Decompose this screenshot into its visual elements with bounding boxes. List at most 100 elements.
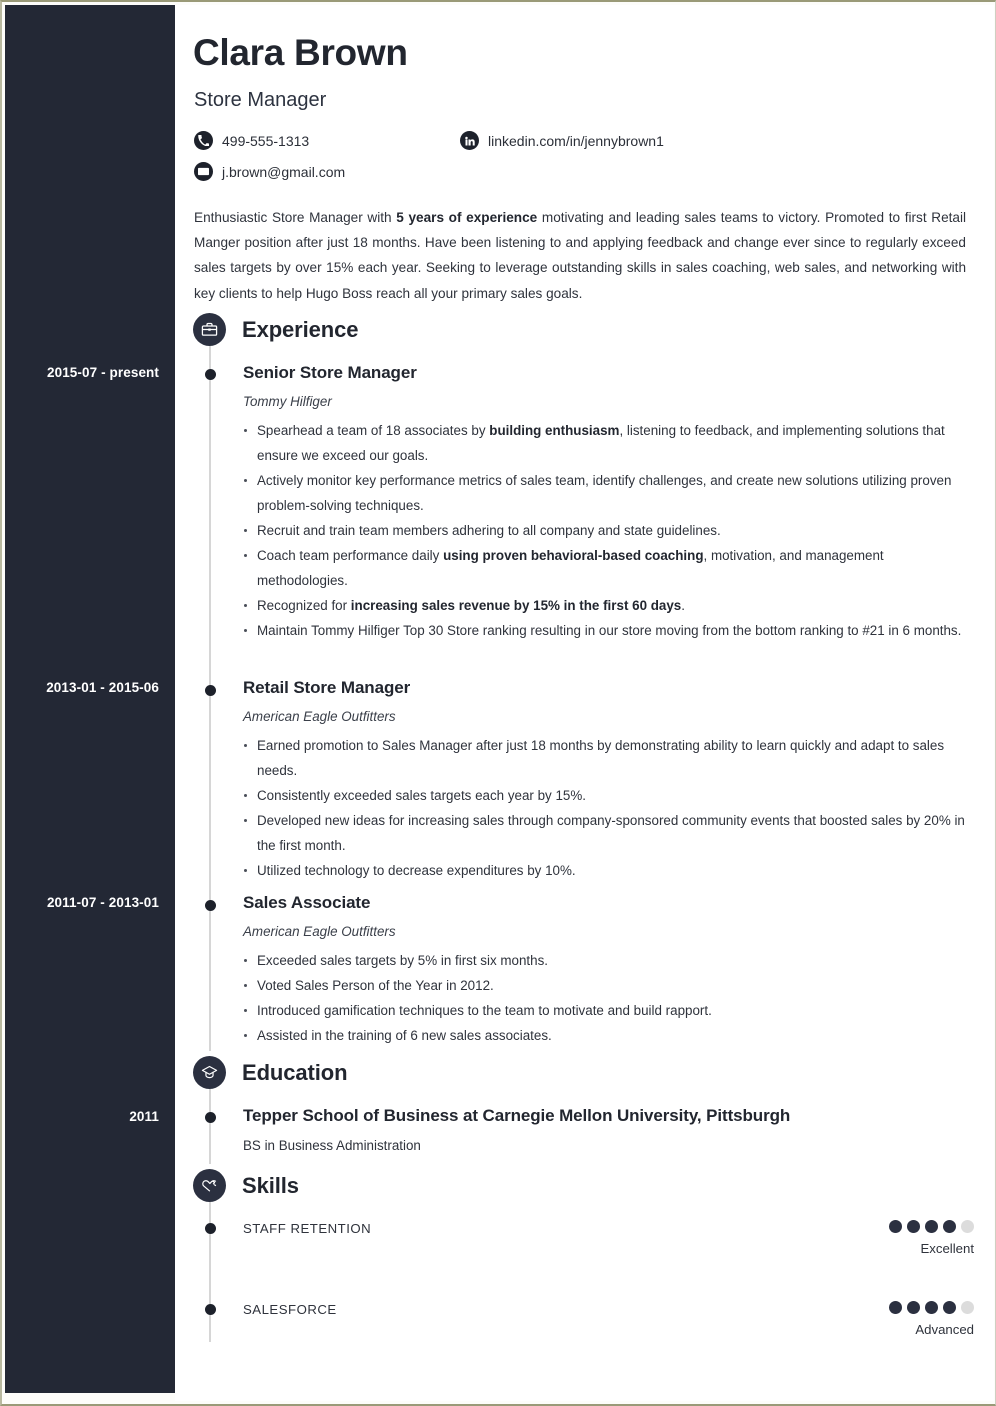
list-item: Assisted in the training of 6 new sales …	[243, 1023, 968, 1048]
linkedin-icon	[460, 131, 479, 150]
skill-dots-2	[889, 1301, 974, 1314]
skill-dot-empty	[961, 1220, 974, 1233]
entry-company: American Eagle Outfitters	[243, 709, 396, 724]
list-item: Developed new ideas for increasing sales…	[243, 808, 968, 858]
entry-title: Retail Store Manager	[243, 678, 411, 697]
list-item: Coach team performance daily using prove…	[243, 543, 968, 593]
experience-entry-3: Sales Associate American Eagle Outfitter…	[243, 893, 968, 1048]
skill-dot-filled	[925, 1301, 938, 1314]
bullet-pre: Voted Sales Person of the Year in 2012.	[257, 978, 494, 993]
skill-dot-filled	[889, 1220, 902, 1233]
bullet-bold: using proven behavioral-based coaching	[443, 548, 704, 563]
skill-dot-filled	[889, 1301, 902, 1314]
skill-dot-filled	[943, 1220, 956, 1233]
skill-rating-1: Excellent	[889, 1220, 974, 1256]
list-item: Voted Sales Person of the Year in 2012.	[243, 973, 968, 998]
section-title-experience: Experience	[242, 316, 359, 342]
timeline-dot-exp-3	[204, 900, 216, 911]
section-title-education: Education	[242, 1059, 348, 1085]
experience-entry-2: Retail Store Manager American Eagle Outf…	[243, 678, 968, 883]
skill-dot-filled	[907, 1220, 920, 1233]
experience-entry-1: Senior Store Manager Tommy Hilfiger Spea…	[243, 363, 968, 643]
bullet-post: .	[681, 598, 685, 613]
skill-level-1: Excellent	[920, 1241, 974, 1256]
bullet-pre: Introduced gamification techniques to th…	[257, 1003, 712, 1018]
bullet-bold: building enthusiasm	[489, 423, 620, 438]
entry-company: Tommy Hilfiger	[243, 394, 332, 409]
resume-main-column: Clara Brown Store Manager 499-555-1313 j…	[175, 5, 994, 1401]
timeline-line-education	[209, 1089, 211, 1164]
list-item: Introduced gamification techniques to th…	[243, 998, 968, 1023]
bullet-pre: Recognized for	[257, 598, 351, 613]
bullet-pre: Exceeded sales targets by 5% in first si…	[257, 953, 549, 968]
bullet-pre: Recruit and train team members adhering …	[257, 523, 721, 538]
bullet-bold: increasing sales revenue by 15% in the f…	[350, 598, 682, 613]
skill-dots-1	[889, 1220, 974, 1233]
graduation-cap-icon	[193, 1056, 226, 1089]
section-title-skills: Skills	[242, 1172, 299, 1198]
list-item: Consistently exceeded sales targets each…	[243, 783, 968, 808]
skill-dot-filled	[907, 1301, 920, 1314]
section-header-skills: Skills	[193, 1169, 299, 1202]
timeline-line-experience	[209, 346, 211, 1051]
entry-title: Tepper School of Business at Carnegie Me…	[243, 1106, 791, 1125]
entry-company: American Eagle Outfitters	[243, 924, 396, 939]
timeline-dot-exp-2	[204, 685, 216, 696]
briefcase-icon	[193, 313, 226, 346]
timeline-dot-edu-1	[204, 1112, 216, 1123]
date-label-edu-1: 2011	[129, 1109, 159, 1124]
job-title: Store Manager	[194, 89, 327, 111]
skill-rating-2: Advanced	[889, 1301, 974, 1337]
skill-dot-empty	[961, 1301, 974, 1314]
skill-dot-filled	[943, 1301, 956, 1314]
entry-title: Sales Associate	[243, 893, 371, 912]
entry-title: Senior Store Manager	[243, 363, 417, 382]
skill-dot-filled	[925, 1220, 938, 1233]
bullet-pre: Actively monitor key performance metrics…	[257, 473, 952, 513]
bullet-pre: Maintain Tommy Hilfiger Top 30 Store ran…	[257, 623, 962, 638]
contact-email[interactable]: j.brown@gmail.com	[194, 162, 345, 181]
summary-part-1: Enthusiastic Store Manager with	[194, 210, 397, 225]
contact-linkedin-value: linkedin.com/in/jennybrown1	[488, 132, 664, 149]
bullet-pre: Assisted in the training of 6 new sales …	[257, 1028, 552, 1043]
bullet-pre: Developed new ideas for increasing sales…	[257, 813, 965, 853]
date-label-exp-1: 2015-07 - present	[46, 365, 159, 380]
timeline-dot-skill-2	[204, 1304, 216, 1315]
list-item: Utilized technology to decrease expendit…	[243, 858, 968, 883]
summary-paragraph: Enthusiastic Store Manager with 5 years …	[194, 205, 966, 306]
list-item: Recruit and train team members adhering …	[243, 518, 968, 543]
bullet-pre: Coach team performance daily	[257, 548, 444, 563]
contact-phone-value: 499-555-1313	[222, 132, 310, 149]
section-header-education: Education	[193, 1056, 348, 1089]
resume-page: 2015-07 - present 2013-01 - 2015-06 2011…	[0, 0, 996, 1406]
bullet-pre: Consistently exceeded sales targets each…	[257, 788, 586, 803]
list-item: Earned promotion to Sales Manager after …	[243, 733, 968, 783]
entry-bullets: Earned promotion to Sales Manager after …	[243, 733, 968, 883]
timeline-dot-skill-1	[204, 1223, 216, 1234]
entry-bullets: Exceeded sales targets by 5% in first si…	[243, 948, 968, 1048]
bullet-pre: Utilized technology to decrease expendit…	[257, 863, 576, 878]
envelope-icon	[194, 162, 213, 181]
bullet-pre: Spearhead a team of 18 associates by	[257, 423, 490, 438]
education-entry-1: Tepper School of Business at Carnegie Me…	[243, 1106, 968, 1153]
contact-linkedin[interactable]: linkedin.com/in/jennybrown1	[460, 131, 664, 150]
entry-degree: BS in Business Administration	[243, 1138, 421, 1153]
summary-bold-1: 5 years of experience	[396, 210, 538, 225]
section-header-experience: Experience	[193, 313, 359, 346]
list-item: Recognized for increasing sales revenue …	[243, 593, 968, 618]
contact-phone[interactable]: 499-555-1313	[194, 131, 309, 150]
page-title: Clara Brown	[193, 32, 408, 73]
list-item: Maintain Tommy Hilfiger Top 30 Store ran…	[243, 618, 968, 643]
phone-icon	[194, 131, 213, 150]
timeline-dot-exp-1	[204, 369, 216, 380]
skill-name-2: SALESFORCE	[243, 1302, 337, 1317]
hand-heart-icon	[193, 1169, 226, 1202]
list-item: Exceeded sales targets by 5% in first si…	[243, 948, 968, 973]
skill-name-1: STAFF RETENTION	[243, 1221, 372, 1236]
skill-level-2: Advanced	[915, 1322, 974, 1337]
list-item: Spearhead a team of 18 associates by bui…	[243, 418, 968, 468]
list-item: Actively monitor key performance metrics…	[243, 468, 968, 518]
entry-bullets: Spearhead a team of 18 associates by bui…	[243, 418, 968, 643]
bullet-pre: Earned promotion to Sales Manager after …	[257, 738, 945, 778]
date-label-exp-2: 2013-01 - 2015-06	[46, 680, 159, 695]
